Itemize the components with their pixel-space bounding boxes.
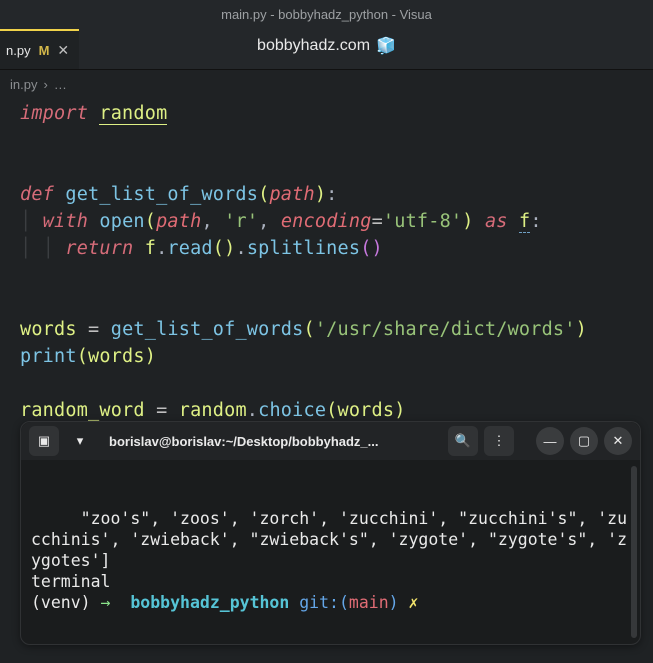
breadcrumb-file: in.py	[10, 77, 37, 92]
prompt-git: git:(	[299, 593, 349, 612]
tab-dropdown-button[interactable]: ▾	[65, 426, 95, 456]
code-line	[20, 127, 653, 154]
code-editor[interactable]: import random def get_list_of_words(path…	[0, 98, 653, 451]
chevron-right-icon: ›	[43, 77, 47, 92]
watermark-text: bobbyhadz.com	[257, 37, 370, 55]
breadcrumb-ellipsis: …	[54, 77, 67, 92]
code-line	[20, 289, 653, 316]
tab-modified-marker: M	[39, 43, 50, 58]
prompt-dirty-icon: ✗	[409, 593, 419, 612]
code-line: │ │ return f.read().splitlines()	[20, 235, 653, 262]
close-icon[interactable]: ✕	[57, 42, 69, 59]
tab-main-py[interactable]: n.py M ✕	[0, 29, 79, 69]
prompt-arrow-icon: →	[101, 593, 111, 612]
code-line: print(words)	[20, 343, 653, 370]
maximize-button[interactable]: ▢	[570, 427, 598, 455]
menu-icon: ⋮	[493, 433, 506, 449]
menu-button[interactable]: ⋮	[484, 426, 514, 456]
chevron-down-icon: ▾	[77, 433, 84, 449]
terminal-titlebar: ▣ ▾ borislav@borislav:~/Desktop/bobbyhad…	[21, 422, 640, 460]
tab-row: n.py M ✕ bobbyhadz.com 🧊	[0, 30, 653, 70]
plus-icon: ▣	[38, 433, 50, 449]
minimize-icon: —	[544, 434, 557, 449]
code-line: random_word = random.choice(words)	[20, 397, 653, 424]
window-titlebar: main.py - bobbyhadz_python - Visua	[0, 0, 653, 30]
maximize-icon: ▢	[578, 433, 590, 449]
code-line	[20, 370, 653, 397]
prompt-branch: main	[349, 593, 389, 612]
minimize-button[interactable]: —	[536, 427, 564, 455]
terminal-scrollbar[interactable]	[631, 466, 637, 638]
prompt-directory: bobbyhadz_python	[130, 593, 289, 612]
terminal-output: terminal	[31, 572, 110, 591]
code-line: def get_list_of_words(path):	[20, 181, 653, 208]
tab-filename: n.py	[6, 43, 31, 58]
code-line: │ with open(path, 'r', encoding='utf-8')…	[20, 208, 653, 235]
code-line: import random	[20, 100, 653, 127]
new-tab-button[interactable]: ▣	[29, 426, 59, 456]
prompt-venv: (venv)	[31, 593, 91, 612]
code-line	[20, 262, 653, 289]
terminal-output: "zoo's", 'zoos', 'zorch', 'zucchini', "z…	[31, 509, 627, 570]
terminal-body[interactable]: "zoo's", 'zoos', 'zorch', 'zucchini', "z…	[21, 460, 640, 644]
watermark: bobbyhadz.com 🧊	[257, 36, 396, 56]
window-title: main.py - bobbyhadz_python - Visua	[221, 7, 432, 22]
cube-icon: 🧊	[376, 36, 396, 56]
search-button[interactable]: 🔍	[448, 426, 478, 456]
close-icon: ✕	[613, 433, 624, 449]
code-line: words = get_list_of_words('/usr/share/di…	[20, 316, 653, 343]
terminal-title: borislav@borislav:~/Desktop/bobbyhadz_..…	[101, 434, 442, 449]
close-button[interactable]: ✕	[604, 427, 632, 455]
breadcrumb[interactable]: in.py › …	[0, 70, 653, 98]
code-line	[20, 154, 653, 181]
terminal-window: ▣ ▾ borislav@borislav:~/Desktop/bobbyhad…	[20, 421, 641, 645]
prompt-git-close: )	[389, 593, 399, 612]
search-icon: 🔍	[455, 433, 471, 449]
